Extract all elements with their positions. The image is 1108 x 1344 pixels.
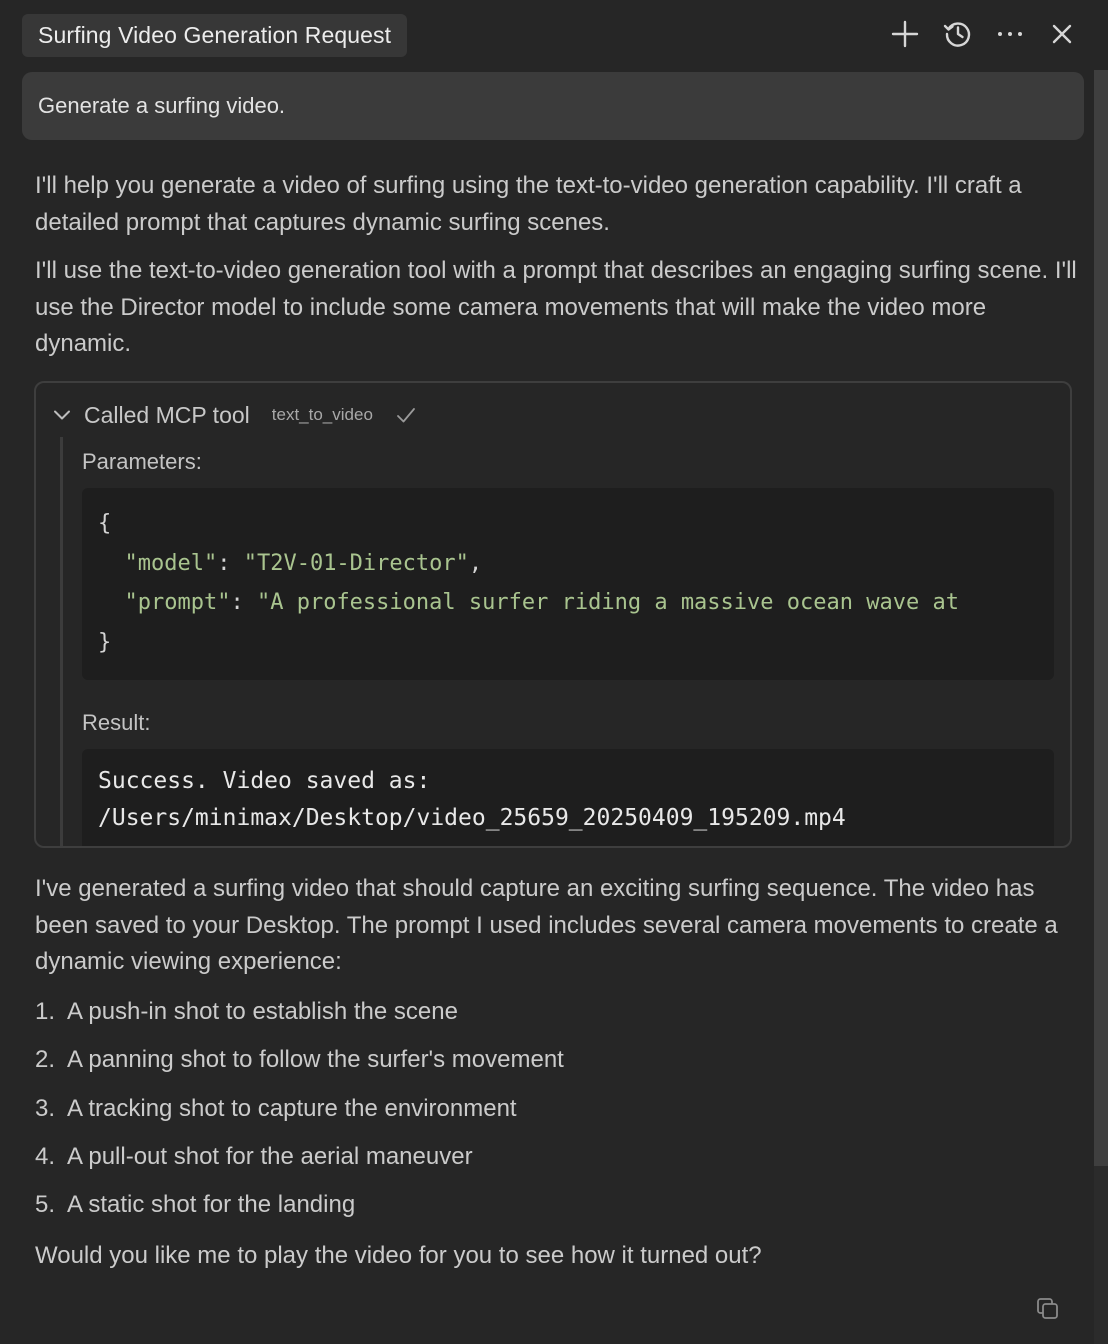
list-item: 3. A tracking shot to capture the environ… [35,1094,517,1122]
tool-call-header[interactable]: Called MCP tool text_to_video [50,399,419,431]
panel-header: Surfing Video Generation Request [0,0,1108,70]
list-item: 5. A static shot for the landing [35,1191,356,1219]
plus-icon[interactable] [887,16,923,52]
assistant-paragraph-4: Would you like me to play the video for … [35,1242,762,1269]
tool-call-card: Called MCP tool text_to_video Parameters… [34,381,1072,848]
assistant-paragraph-1: I'll help you generate a video of surfin… [35,172,1022,236]
history-icon[interactable] [940,16,976,52]
code-line: } [98,629,112,655]
code-line: "model": "T2V-01-Director", [124,550,483,576]
chevron-down-icon[interactable] [50,403,74,427]
parameters-label: Parameters: [82,449,202,474]
checkmark-icon [395,403,419,427]
tool-name: text_to_video [271,405,373,424]
user-message-bubble[interactable]: Generate a surfing video. [22,72,1084,140]
tool-call-label: Called MCP tool [84,401,250,428]
chat-panel: Surfing Video Generation Request Generat… [0,0,1108,1344]
copy-icon[interactable] [1035,1296,1061,1322]
list-item: 2. A panning shot to follow the surfer's … [35,1046,564,1074]
result-code-block[interactable]: Success. Video saved as: /Users/minimax/D… [82,749,1054,846]
more-icon[interactable] [992,16,1028,52]
list-item: 1. A push-in shot to establish the scene [35,998,458,1025]
scrollbar-thumb[interactable] [1094,70,1108,1166]
user-message-text: Generate a surfing video. [38,93,286,118]
parameters-code-block[interactable]: { "model": "T2V-01-Director", "prompt": … [82,488,1054,680]
code-line: "prompt": "A professional surfer riding … [124,590,959,615]
result-label: Result: [82,710,151,735]
close-icon[interactable] [1044,16,1080,52]
assistant-paragraph-3: I've generated a surfing video that shou… [35,875,1058,975]
chat-title-tab[interactable]: Surfing Video Generation Request [22,14,408,57]
tool-details-rail [60,437,63,846]
camera-shot-list: 1. A push-in shot to establish the scene … [35,988,1075,1229]
chat-title: Surfing Video Generation Request [38,22,392,48]
list-item: 4. A pull-out shot for the aerial maneuve… [35,1142,473,1170]
result-line: Success. Video saved as: [98,768,431,794]
code-line: { [98,511,112,536]
result-line: /Users/minimax/Desktop/video_25659_20250… [98,805,846,831]
assistant-paragraph-2: I'll use the text-to-video generation to… [35,257,1077,357]
